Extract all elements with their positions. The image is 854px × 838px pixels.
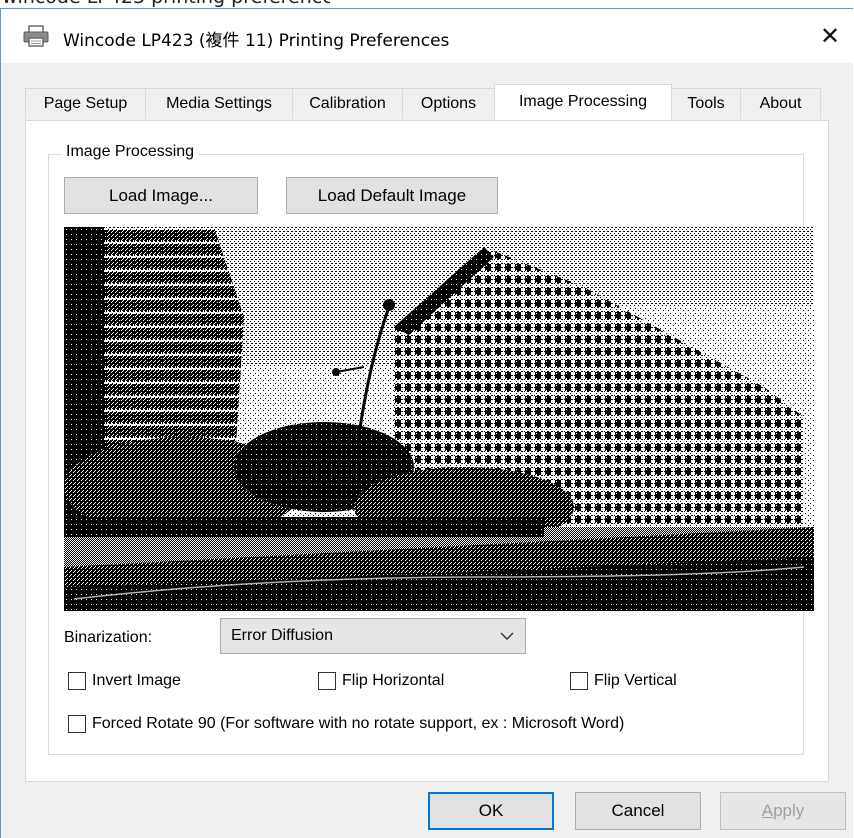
load-image-button[interactable]: Load Image... bbox=[64, 177, 258, 214]
forced-rotate-label: Forced Rotate 90 (For software with no r… bbox=[92, 715, 625, 732]
image-processing-panel: Image Processing Load Image... Load Defa… bbox=[25, 120, 829, 782]
tab-strip: Page Setup Media Settings Calibration Op… bbox=[25, 84, 825, 122]
forced-rotate-checkbox[interactable] bbox=[68, 715, 86, 733]
tab-media-settings[interactable]: Media Settings bbox=[145, 88, 293, 119]
invert-image-checkbox[interactable] bbox=[68, 672, 86, 690]
tab-about[interactable]: About bbox=[740, 88, 821, 119]
invert-image-option[interactable]: Invert Image bbox=[68, 672, 181, 690]
tab-options[interactable]: Options bbox=[402, 88, 495, 119]
binarization-value: Error Diffusion bbox=[231, 627, 333, 644]
binarization-label: Binarization: bbox=[64, 629, 153, 646]
apply-button: Apply bbox=[720, 792, 846, 830]
invert-image-label: Invert Image bbox=[92, 672, 181, 689]
forced-rotate-option[interactable]: Forced Rotate 90 (For software with no r… bbox=[68, 715, 624, 733]
apply-label-mnemonic: A bbox=[761, 801, 774, 820]
binarization-select[interactable]: Error Diffusion bbox=[220, 618, 526, 654]
flip-horizontal-label: Flip Horizontal bbox=[342, 672, 445, 689]
title-bar[interactable]: Wincode LP423 (複件 11) Printing Preferenc… bbox=[1, 9, 853, 63]
flip-vertical-option[interactable]: Flip Vertical bbox=[570, 672, 677, 690]
window-title: Wincode LP423 (複件 11) Printing Preferenc… bbox=[63, 31, 450, 51]
tab-tools[interactable]: Tools bbox=[671, 88, 741, 119]
flip-vertical-checkbox[interactable] bbox=[570, 672, 588, 690]
preview-image bbox=[64, 227, 814, 611]
background-window-title-crop: wincode LP423 printing preferences bbox=[0, 0, 330, 8]
cancel-button[interactable]: Cancel bbox=[575, 792, 701, 830]
load-default-image-button[interactable]: Load Default Image bbox=[286, 177, 498, 214]
ok-button[interactable]: OK bbox=[428, 792, 554, 830]
tab-image-processing[interactable]: Image Processing bbox=[494, 84, 672, 120]
tab-page-setup[interactable]: Page Setup bbox=[25, 88, 146, 119]
flip-horizontal-option[interactable]: Flip Horizontal bbox=[318, 672, 444, 690]
flip-horizontal-checkbox[interactable] bbox=[318, 672, 336, 690]
close-icon[interactable]: ✕ bbox=[807, 9, 853, 63]
flip-vertical-label: Flip Vertical bbox=[594, 672, 677, 689]
chevron-down-icon bbox=[500, 632, 514, 640]
group-title: Image Processing bbox=[62, 143, 199, 161]
printer-icon bbox=[23, 25, 49, 47]
tab-calibration[interactable]: Calibration bbox=[292, 88, 403, 119]
printing-preferences-dialog: Wincode LP423 (複件 11) Printing Preferenc… bbox=[0, 8, 853, 838]
apply-label-rest: pply bbox=[773, 801, 805, 820]
